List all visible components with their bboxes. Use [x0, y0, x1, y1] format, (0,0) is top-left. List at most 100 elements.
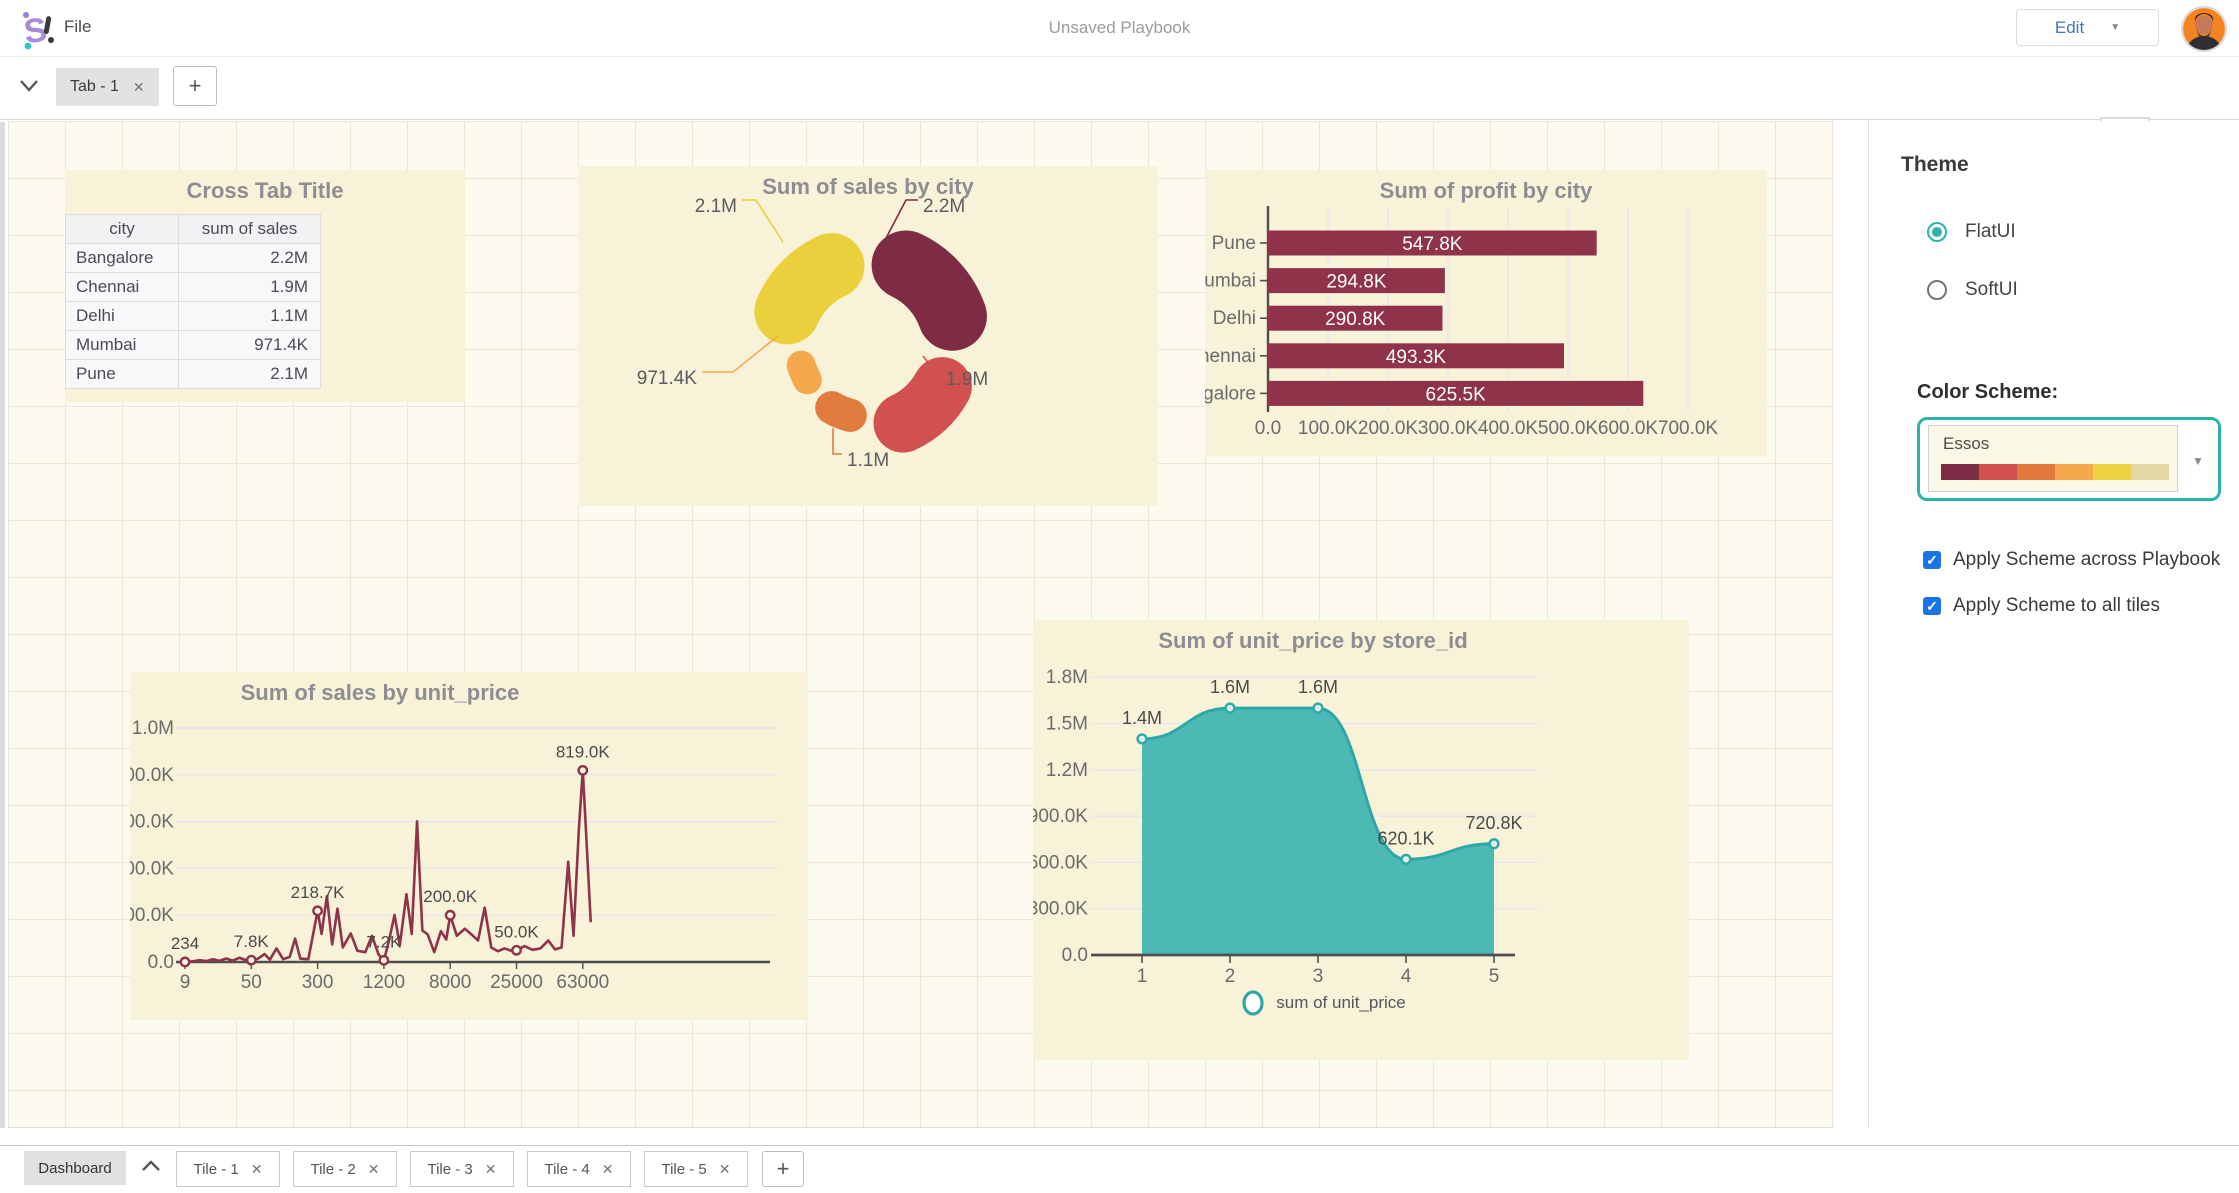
- tile-tab-3[interactable]: Tile - 3 ✕: [410, 1151, 514, 1187]
- svg-text:600.0K: 600.0K: [1033, 852, 1088, 873]
- checkbox-checked-icon: ✓: [1923, 551, 1941, 569]
- svg-text:400.0K: 400.0K: [1478, 418, 1539, 439]
- svg-text:1.1M: 1.1M: [847, 450, 889, 471]
- checkbox-apply-playbook[interactable]: ✓ Apply Scheme across Playbook: [1923, 549, 2220, 571]
- svg-text:4: 4: [1401, 966, 1412, 987]
- tile-tab-label: Tile - 1: [193, 1160, 239, 1178]
- radio-softui[interactable]: SoftUI: [1927, 279, 2018, 301]
- tile-tab-label: Tile - 5: [661, 1160, 707, 1178]
- tile-area-chart[interactable]: Sum of unit_price by store_id 0.0 300.0K 6…: [1028, 620, 1689, 1060]
- svg-text:Bangalore: Bangalore: [1205, 383, 1256, 404]
- area-chart: 0.0 300.0K 600.0K 900.0K 1.2M 1.5M 1.8M 1 2 3 4 5 1.…: [1028, 667, 1538, 987]
- bar-chart-title: Sum of profit by city: [1379, 178, 1593, 203]
- tile-tab-5[interactable]: Tile - 5 ✕: [644, 1151, 748, 1187]
- table-row: Chennai 1.9M: [65, 272, 321, 302]
- edit-button-label: Edit: [2054, 17, 2085, 37]
- svg-text:0.0: 0.0: [1255, 418, 1281, 439]
- svg-text:300.0K: 300.0K: [1033, 899, 1088, 920]
- table-row: Delhi 1.1M: [65, 301, 321, 331]
- swatch-color: [1941, 464, 1979, 480]
- svg-text:620.1K: 620.1K: [1377, 828, 1434, 848]
- svg-text:1.5M: 1.5M: [1046, 714, 1088, 735]
- line-chart-title: Sum of sales by unit_price: [240, 680, 520, 705]
- svg-text:1200: 1200: [363, 972, 405, 993]
- bar-chart: 0.0 100.0K 200.0K 300.0K 400.0K 500.0K 600.0K 7…: [1169, 206, 1718, 439]
- tile-donut-chart[interactable]: Sum of sales by city 2.2M 1.9M 1.1M 971.4K 2…: [578, 166, 1158, 506]
- svg-text:Mumbai: Mumbai: [1205, 271, 1256, 292]
- radio-on-icon: [1927, 222, 1947, 242]
- crosstab-table: city sum of sales Bangalore 2.2M Chennai 1.9M…: [65, 214, 321, 389]
- svg-text:1.4M: 1.4M: [1122, 708, 1162, 728]
- svg-text:400.0K: 400.0K: [130, 858, 174, 879]
- svg-text:8000: 8000: [429, 972, 471, 993]
- svg-text:800.0K: 800.0K: [130, 765, 174, 786]
- add-tab-button[interactable]: +: [173, 66, 217, 106]
- tile-line-chart[interactable]: Sum of sales by unit_price 0.0 200.0K 400.…: [114, 672, 808, 1020]
- swatch-color: [2017, 464, 2055, 480]
- close-icon[interactable]: ✕: [485, 1161, 497, 1178]
- swatch-color: [2131, 464, 2169, 480]
- top-bar: S File Unsaved Playbook Edit ▼: [0, 0, 2239, 57]
- svg-text:0.0: 0.0: [148, 952, 174, 973]
- svg-text:819.0K: 819.0K: [556, 742, 611, 761]
- svg-text:7.2K: 7.2K: [366, 932, 402, 951]
- close-icon[interactable]: ✕: [251, 1161, 263, 1178]
- svg-text:3: 3: [1313, 966, 1324, 987]
- legend-marker-icon: [1242, 990, 1264, 1016]
- checkbox-apply-tiles[interactable]: ✓ Apply Scheme to all tiles: [1923, 595, 2160, 617]
- area-chart-title: Sum of unit_price by store_id: [1158, 628, 1468, 653]
- svg-text:971.4K: 971.4K: [637, 368, 698, 389]
- svg-text:200.0K: 200.0K: [423, 887, 478, 906]
- crosstab-title: Cross Tab Title: [186, 178, 344, 203]
- legend-label: sum of unit_price: [1276, 993, 1406, 1012]
- close-icon[interactable]: ✕: [719, 1161, 731, 1178]
- svg-text:100.0K: 100.0K: [1298, 418, 1359, 439]
- svg-text:5: 5: [1489, 966, 1500, 987]
- tile-tab-label: Tile - 3: [427, 1160, 473, 1178]
- tile-tab-label: Tile - 4: [544, 1160, 590, 1178]
- radio-off-icon: [1927, 280, 1947, 300]
- area-chart-legend[interactable]: sum of unit_price: [1033, 988, 1613, 1018]
- close-icon[interactable]: ✕: [133, 79, 145, 96]
- radio-softui-label: SoftUI: [1965, 279, 2018, 300]
- tab-1[interactable]: Tab - 1 ✕: [56, 68, 159, 106]
- color-scheme-select[interactable]: Essos ▼: [1917, 417, 2221, 501]
- svg-text:625.5K: 625.5K: [1426, 384, 1487, 405]
- dashboard-tab[interactable]: Dashboard: [24, 1151, 126, 1185]
- tab-label: Tab - 1: [70, 78, 119, 95]
- tile-crosstab[interactable]: Cross Tab Title city sum of sales Bangalor…: [65, 170, 465, 402]
- donut-chart-title: Sum of sales by city: [762, 174, 974, 199]
- checkbox-apply-tiles-label: Apply Scheme to all tiles: [1953, 595, 2160, 616]
- canvas-left-scroll-strip[interactable]: [0, 122, 5, 1128]
- chevron-down-icon[interactable]: [18, 77, 40, 95]
- svg-text:2: 2: [1225, 966, 1236, 987]
- svg-text:Pune: Pune: [1212, 233, 1256, 254]
- add-tile-button[interactable]: +: [762, 1151, 804, 1187]
- tile-tab-2[interactable]: Tile - 2 ✕: [293, 1151, 397, 1187]
- caret-down-icon[interactable]: ▼: [2192, 454, 2204, 468]
- svg-text:600.0K: 600.0K: [130, 812, 174, 833]
- tile-bar-chart[interactable]: Sum of profit by city 0.0 100.0K 200.0K 300…: [1169, 170, 1767, 456]
- chevron-up-icon[interactable]: [140, 1158, 162, 1174]
- svg-text:1.6M: 1.6M: [1210, 677, 1250, 697]
- scheme-swatches: [1941, 464, 2169, 480]
- svg-text:Chennai: Chennai: [1205, 346, 1256, 367]
- column-header: sum of sales: [178, 214, 321, 244]
- close-icon[interactable]: ✕: [602, 1161, 614, 1178]
- edit-button[interactable]: Edit ▼: [2016, 9, 2159, 46]
- svg-text:200.0K: 200.0K: [1358, 418, 1419, 439]
- radio-flatui[interactable]: FlatUI: [1927, 221, 2016, 243]
- caret-down-icon: ▼: [2110, 22, 2121, 33]
- tile-tab-1[interactable]: Tile - 1 ✕: [176, 1151, 280, 1187]
- svg-text:Delhi: Delhi: [1213, 308, 1256, 329]
- close-icon[interactable]: ✕: [368, 1161, 380, 1178]
- column-header: city: [65, 214, 179, 244]
- tab-row: Tab - 1 ✕ +: [0, 57, 2239, 169]
- avatar[interactable]: [2181, 6, 2227, 52]
- svg-text:200.0K: 200.0K: [130, 905, 174, 926]
- svg-text:25000: 25000: [490, 972, 543, 993]
- svg-text:547.8K: 547.8K: [1402, 234, 1463, 255]
- bottom-bar: Dashboard Tile - 1 ✕ Tile - 2 ✕ Tile - 3 ✕ Til…: [0, 1145, 2239, 1193]
- tile-tab-4[interactable]: Tile - 4 ✕: [527, 1151, 631, 1187]
- checkbox-apply-playbook-label: Apply Scheme across Playbook: [1953, 549, 2221, 570]
